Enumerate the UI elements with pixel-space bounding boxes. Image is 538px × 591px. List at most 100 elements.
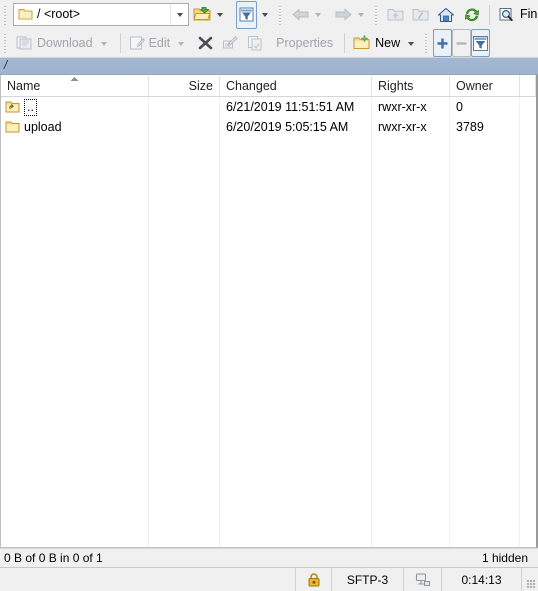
parent-directory-button[interactable] — [383, 2, 408, 28]
table-row[interactable]: upload 6/20/2019 5:05:15 AM rwxr-xr-x 37… — [1, 117, 536, 137]
home-house-icon — [437, 7, 455, 23]
edit-dropdown-icon[interactable] — [178, 41, 185, 46]
forward-button[interactable] — [330, 2, 373, 28]
remote-path-combobox[interactable]: / <root> — [13, 3, 189, 26]
column-header-changed[interactable]: Changed — [220, 75, 372, 96]
new-label: New — [375, 35, 401, 50]
home-directory-button[interactable] — [433, 2, 459, 28]
hidden-files-count: 1 hidden — [481, 551, 528, 565]
file-operations-toolbar: Download Edit ab Properties New — [0, 29, 538, 58]
resize-grip-icon[interactable] — [522, 568, 538, 591]
folder-icon — [5, 120, 20, 134]
new-button[interactable]: New — [349, 30, 423, 56]
session-status-spacer — [0, 568, 296, 591]
select-remove-button[interactable] — [452, 29, 472, 57]
file-ops-separator — [119, 33, 121, 53]
column-guide-changed — [371, 97, 372, 547]
column-header-rights-label: Rights — [378, 78, 414, 93]
selection-filter-button[interactable] — [471, 29, 491, 57]
file-ops-grip[interactable] — [3, 33, 10, 53]
session-duration-cell[interactable]: 0:14:13 — [442, 568, 522, 591]
table-row[interactable]: .. 6/21/2019 11:51:51 AM rwxr-xr-x 0 — [1, 97, 536, 117]
open-directory-button[interactable] — [189, 2, 232, 28]
arrow-right-icon — [334, 7, 353, 22]
download-icon — [16, 35, 33, 51]
folder-root-icon — [412, 7, 429, 22]
selection-group-grip[interactable] — [424, 33, 432, 53]
duplicate-icon — [247, 35, 264, 51]
back-button[interactable] — [287, 2, 330, 28]
cell-owner: 0 — [456, 100, 463, 114]
cell-owner: 3789 — [456, 120, 484, 134]
filter-button[interactable] — [232, 0, 277, 29]
toolbar-separator — [489, 4, 490, 25]
back-dropdown-icon[interactable] — [315, 13, 321, 17]
row-name-text: upload — [24, 120, 62, 134]
column-header-owner[interactable]: Owner — [450, 75, 520, 96]
forward-dropdown-icon[interactable] — [358, 13, 364, 17]
current-path-text: / — [4, 60, 8, 72]
cell-changed: 6/20/2019 5:05:15 AM — [226, 120, 349, 134]
protocol-label: SFTP-3 — [346, 572, 389, 587]
minus-icon — [454, 36, 469, 51]
root-directory-button[interactable] — [408, 2, 433, 28]
folder-up-icon — [387, 7, 404, 22]
plus-icon — [435, 36, 450, 51]
session-status-bar: SFTP-3 0:14:13 — [0, 567, 538, 591]
file-list-rows: .. 6/21/2019 11:51:51 AM rwxr-xr-x 0 upl… — [1, 97, 536, 137]
top-toolbar: / <root> Fin — [0, 0, 538, 29]
cell-size — [149, 97, 220, 117]
delete-button[interactable] — [193, 30, 218, 56]
select-add-button[interactable] — [433, 29, 453, 57]
column-header-extra[interactable] — [520, 75, 536, 96]
cell-extra — [520, 97, 536, 117]
padlock-icon — [307, 572, 321, 587]
properties-label: Properties — [276, 35, 334, 50]
download-button[interactable]: Download — [12, 30, 116, 56]
find-files-label: Find Files — [520, 7, 538, 22]
cell-rights: rwxr-xr-x — [378, 100, 427, 114]
cell-name[interactable]: .. — [1, 97, 149, 117]
column-header-name[interactable]: Name — [1, 75, 149, 96]
refresh-button[interactable] — [459, 2, 485, 28]
open-folder-green-arrow-icon — [193, 6, 212, 23]
magnifier-document-icon — [498, 7, 516, 23]
sort-ascending-icon — [70, 76, 79, 81]
funnel-filter-icon[interactable] — [236, 0, 257, 29]
column-guide-name — [148, 97, 149, 547]
cell-extra — [520, 117, 536, 137]
connection-cell[interactable] — [404, 568, 442, 591]
dirnav-group-grip[interactable] — [374, 4, 381, 25]
column-header-name-label: Name — [7, 78, 41, 93]
column-header-size[interactable]: Size — [149, 75, 220, 96]
chevron-down-icon[interactable] — [170, 4, 188, 25]
column-guide-size — [219, 97, 220, 547]
column-header-rights[interactable]: Rights — [372, 75, 450, 96]
folder-up-icon — [5, 100, 20, 114]
nav-group-grip[interactable] — [278, 4, 285, 25]
download-label: Download — [37, 35, 93, 50]
file-list-header: Name Size Changed Rights Owner — [1, 75, 536, 97]
open-directory-dropdown-icon[interactable] — [217, 13, 223, 17]
security-status-cell[interactable] — [296, 568, 332, 591]
edit-button[interactable]: Edit — [125, 30, 194, 56]
rename-button[interactable]: ab — [218, 30, 243, 56]
properties-button[interactable]: Properties — [268, 30, 340, 56]
toolbar-drag-grip[interactable] — [3, 4, 10, 25]
filter-dropdown-icon[interactable] — [262, 13, 268, 17]
duplicate-button[interactable] — [243, 30, 268, 56]
remote-file-list[interactable]: Name Size Changed Rights Owner .. 6/21/2… — [0, 75, 538, 548]
folder-icon — [18, 8, 33, 21]
download-dropdown-icon[interactable] — [100, 41, 107, 46]
column-header-changed-label: Changed — [226, 78, 277, 93]
new-dropdown-icon[interactable] — [408, 41, 415, 46]
find-files-button[interactable]: Find Files — [494, 2, 538, 28]
protocol-cell[interactable]: SFTP-3 — [332, 568, 404, 591]
edit-label: Edit — [148, 35, 171, 50]
current-path-bar[interactable]: / — [0, 58, 538, 75]
cell-name[interactable]: upload — [1, 117, 149, 137]
cell-changed: 6/21/2019 11:51:51 AM — [226, 100, 355, 114]
remote-path-value: / <root> — [37, 8, 81, 21]
row-name-text: .. — [24, 98, 37, 116]
column-header-size-label: Size — [188, 78, 213, 93]
